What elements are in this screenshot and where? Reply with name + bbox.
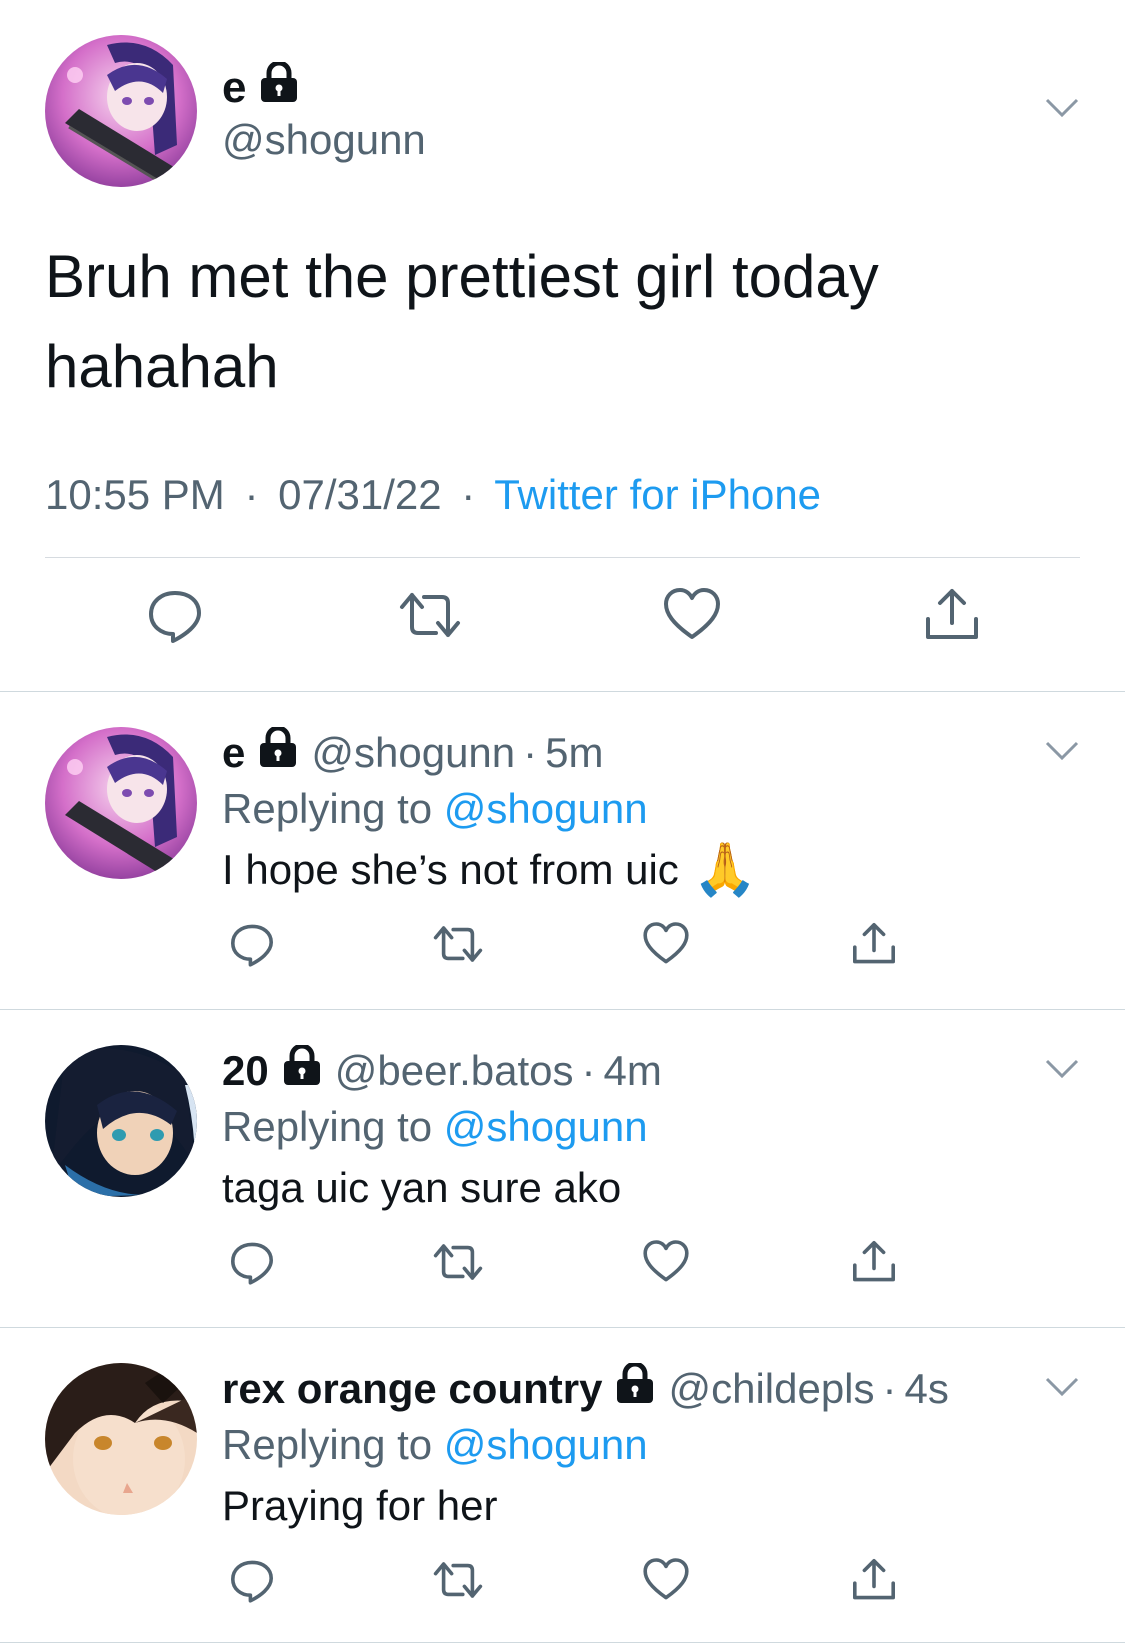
separator-dot: · (523, 728, 538, 776)
handle[interactable]: @beer.batos (335, 1046, 574, 1096)
replying-prefix: Replying to (222, 1421, 433, 1468)
replying-prefix: Replying to (222, 1103, 433, 1150)
tweet-actions (0, 585, 1125, 665)
reply-icon[interactable] (145, 585, 205, 645)
separator-dot: · (882, 1364, 897, 1412)
retweet-icon[interactable] (398, 585, 462, 645)
reply-actions (0, 1556, 1125, 1616)
tweet-source-link[interactable]: Twitter for iPhone (494, 471, 821, 518)
tweet-text: Bruh met the prettiest girl today hahaha… (45, 243, 879, 400)
tweet-meta: 10:55 PM · 07/31/22 · Twitter for iPhone (45, 470, 821, 520)
replying-to-link[interactable]: @shogunn (444, 1103, 648, 1150)
lock-icon (616, 1361, 654, 1414)
chevron-down-icon[interactable] (1044, 1375, 1080, 1399)
main-tweet: e @shogunn Bruh met the prettiest girl t… (0, 0, 1125, 692)
avatar[interactable] (45, 1045, 197, 1197)
reply-actions (0, 1238, 1125, 1298)
display-name[interactable]: rex orange country (222, 1364, 602, 1414)
tweet-time: 10:55 PM (45, 471, 225, 518)
reply-header: 20 @beer.batos · 4m (222, 1043, 662, 1096)
retweet-icon[interactable] (432, 1238, 484, 1286)
lock-icon (260, 60, 298, 113)
heart-icon[interactable] (642, 1556, 690, 1604)
lock-icon (259, 725, 297, 778)
avatar[interactable] (45, 1363, 197, 1515)
meta-separator: · (244, 471, 259, 518)
reply-tweet[interactable]: 20 @beer.batos · 4m Replying to @shogunn… (0, 1010, 1125, 1328)
share-icon[interactable] (922, 585, 982, 645)
share-icon[interactable] (850, 920, 898, 968)
retweet-icon[interactable] (432, 1556, 484, 1604)
separator-dot: · (581, 1046, 596, 1094)
display-name[interactable]: 20 (222, 1046, 269, 1096)
reply-text: Praying for her (222, 1482, 498, 1529)
divider (45, 557, 1080, 558)
heart-icon[interactable] (662, 585, 722, 645)
reply-text: I hope she’s not from uic (222, 846, 679, 893)
heart-icon[interactable] (642, 920, 690, 968)
chevron-down-icon[interactable] (1044, 1057, 1080, 1081)
replying-to-link[interactable]: @shogunn (444, 1421, 648, 1468)
replying-to: Replying to @shogunn (222, 1102, 648, 1152)
reply-tweet[interactable]: rex orange country @childepls · 4s Reply… (0, 1328, 1125, 1646)
timestamp[interactable]: 4m (604, 1046, 662, 1096)
reply-text: taga uic yan sure ako (222, 1164, 622, 1211)
reply-header: e @shogunn · 5m (222, 725, 604, 778)
share-icon[interactable] (850, 1238, 898, 1286)
handle[interactable]: @childepls (668, 1364, 874, 1414)
heart-icon[interactable] (642, 1238, 690, 1286)
reply-text-row: I hope she’s not from uic 🙏 (222, 842, 758, 898)
replying-prefix: Replying to (222, 785, 433, 832)
avatar[interactable] (45, 35, 197, 187)
reply-tweet[interactable]: e @shogunn · 5m Replying to @shogunn I h… (0, 692, 1125, 1010)
retweet-icon[interactable] (432, 920, 484, 968)
reply-text-row: taga uic yan sure ako (222, 1160, 621, 1216)
chevron-down-icon[interactable] (1044, 96, 1080, 120)
display-name[interactable]: e (222, 728, 245, 778)
divider (0, 1642, 1125, 1643)
reply-header: rex orange country @childepls · 4s (222, 1361, 949, 1414)
timestamp[interactable]: 5m (545, 728, 603, 778)
tweet-date: 07/31/22 (278, 471, 442, 518)
reply-actions (0, 920, 1125, 980)
meta-separator: · (461, 471, 476, 518)
replying-to: Replying to @shogunn (222, 784, 648, 834)
replying-to-link[interactable]: @shogunn (444, 785, 648, 832)
display-name[interactable]: e (222, 63, 246, 113)
lock-icon (283, 1043, 321, 1096)
reply-icon[interactable] (228, 1238, 276, 1286)
reply-text-row: Praying for her (222, 1478, 497, 1534)
display-name-row: e (222, 60, 298, 113)
avatar[interactable] (45, 727, 197, 879)
share-icon[interactable] (850, 1556, 898, 1604)
praying-hands-emoji: 🙏 (692, 841, 758, 899)
timestamp[interactable]: 4s (905, 1364, 949, 1414)
handle[interactable]: @shogunn (311, 728, 515, 778)
replying-to: Replying to @shogunn (222, 1420, 648, 1470)
chevron-down-icon[interactable] (1044, 739, 1080, 763)
reply-icon[interactable] (228, 920, 276, 968)
handle[interactable]: @shogunn (222, 115, 426, 165)
reply-icon[interactable] (228, 1556, 276, 1604)
